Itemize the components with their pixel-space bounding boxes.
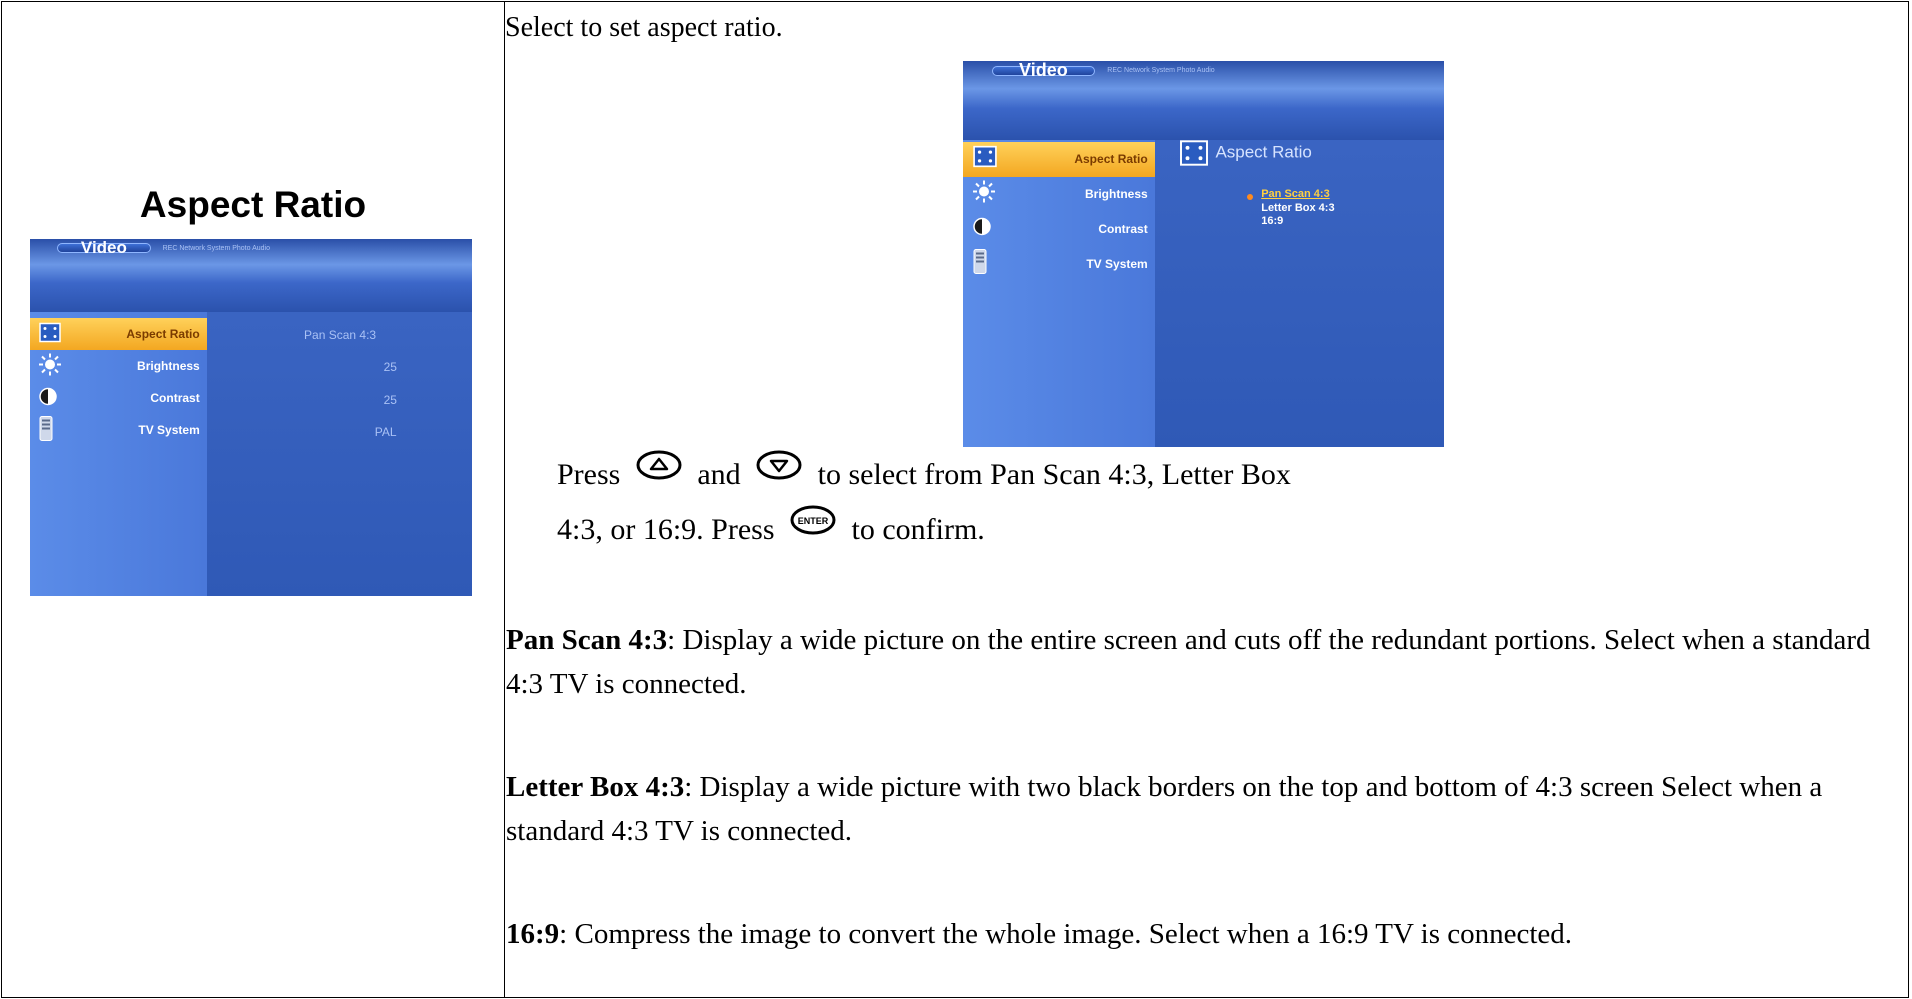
menu-item-tv-system: TV System [963, 246, 1155, 281]
contrast-icon [39, 387, 57, 408]
down-arrow-button-icon [756, 450, 802, 488]
enter-button-icon: ENTER [790, 505, 836, 543]
definition-16-9: 16:9: Compress the image to convert the … [506, 912, 1901, 956]
press-instruction-line-2: 4:3, or 16:9. Press ENTER to confirm. [557, 505, 985, 551]
line2-start-text: 4:3, or 16:9. Press [557, 513, 775, 546]
menu-content [206, 312, 472, 596]
definition-letter-box: Letter Box 4:3: Display a wide picture w… [506, 765, 1901, 853]
brightness-icon [972, 180, 995, 208]
menu-item-aspect-ratio: Aspect Ratio [30, 317, 207, 350]
menu-item-label: Aspect Ratio [1074, 152, 1148, 167]
left-cell: Aspect Ratio Video REC Network System Ph… [2, 2, 504, 997]
menu-value: Pan Scan 4:3 [304, 328, 377, 343]
press-instruction-line-1: Press and to select from Pan Scan 4:3, L… [557, 450, 1291, 496]
menu-item-label: Brightness [1085, 187, 1148, 202]
intro-text: Select to set aspect ratio. [505, 12, 783, 43]
menu-content [1155, 140, 1444, 447]
tv-system-icon [973, 248, 987, 279]
menu-item-label: TV System [138, 422, 200, 437]
option-pan-scan: Pan Scan 4:3 [1261, 188, 1330, 201]
menu-value: 25 [383, 360, 397, 375]
tab-video: Video [991, 61, 1095, 80]
select-from-text: to select from Pan Scan 4:3, Letter Box [817, 458, 1291, 491]
video-menu-screenshot: Video REC Network System Photo Audio Asp… [30, 239, 472, 596]
brightness-icon [38, 353, 61, 378]
tab-video: Video [56, 239, 152, 257]
menu-item-label: TV System [1086, 256, 1148, 271]
aspect-ratio-icon [39, 322, 61, 345]
selection-bullet-icon [1246, 194, 1253, 201]
section-heading: Aspect Ratio [139, 184, 367, 225]
menu-value: 25 [383, 392, 397, 407]
menu-item-label: Contrast [1098, 221, 1148, 236]
option-16-9: 16:9 [1261, 215, 1284, 228]
menu-item-brightness: Brightness [963, 177, 1155, 212]
definition-term: 16:9 [506, 918, 560, 950]
enter-label: ENTER [798, 516, 829, 526]
contrast-icon [972, 217, 991, 240]
definition-text: : Compress the image to convert the whol… [559, 918, 1573, 950]
aspect-ratio-options-screenshot: Video REC Network System Photo Audio Asp… [963, 61, 1444, 447]
definition-text: : Display a wide picture on the entire s… [506, 624, 1871, 700]
definition-term: Pan Scan 4:3 [506, 624, 668, 656]
definition-text: : Display a wide picture with two black … [506, 771, 1823, 847]
menu-item-brightness: Brightness [30, 350, 207, 382]
menu-item-contrast: Contrast [30, 382, 207, 414]
menu-item-contrast: Contrast [963, 212, 1155, 247]
menu-top-bar: Video REC Network System Photo Audio [963, 61, 1444, 141]
menu-item-label: Brightness [137, 358, 200, 373]
aspect-ratio-icon [1180, 140, 1209, 166]
panel-title: Aspect Ratio [1215, 142, 1312, 162]
tabs-other: REC Network System Photo Audio [1107, 67, 1215, 75]
definition-pan-scan: Pan Scan 4:3: Display a wide picture on … [506, 618, 1901, 706]
menu-item-label: Aspect Ratio [126, 326, 200, 341]
confirm-text: to confirm. [851, 513, 985, 546]
and-word: and [697, 458, 741, 491]
panel-header: Aspect Ratio [1179, 140, 1312, 166]
press-word: Press [557, 458, 621, 491]
menu-top-bar: Video REC Network System Photo Audio [30, 239, 472, 313]
menu-item-aspect-ratio: Aspect Ratio [963, 142, 1156, 177]
tv-system-icon [39, 415, 53, 444]
definition-term: Letter Box 4:3 [506, 771, 685, 803]
menu-item-tv-system: TV System [30, 414, 207, 446]
menu-value: PAL [374, 424, 397, 439]
menu-item-label: Contrast [150, 390, 200, 405]
tabs-other: REC Network System Photo Audio [162, 244, 270, 252]
option-letter-box: Letter Box 4:3 [1261, 201, 1335, 214]
aspect-ratio-icon [972, 146, 997, 173]
up-arrow-button-icon [636, 450, 682, 488]
